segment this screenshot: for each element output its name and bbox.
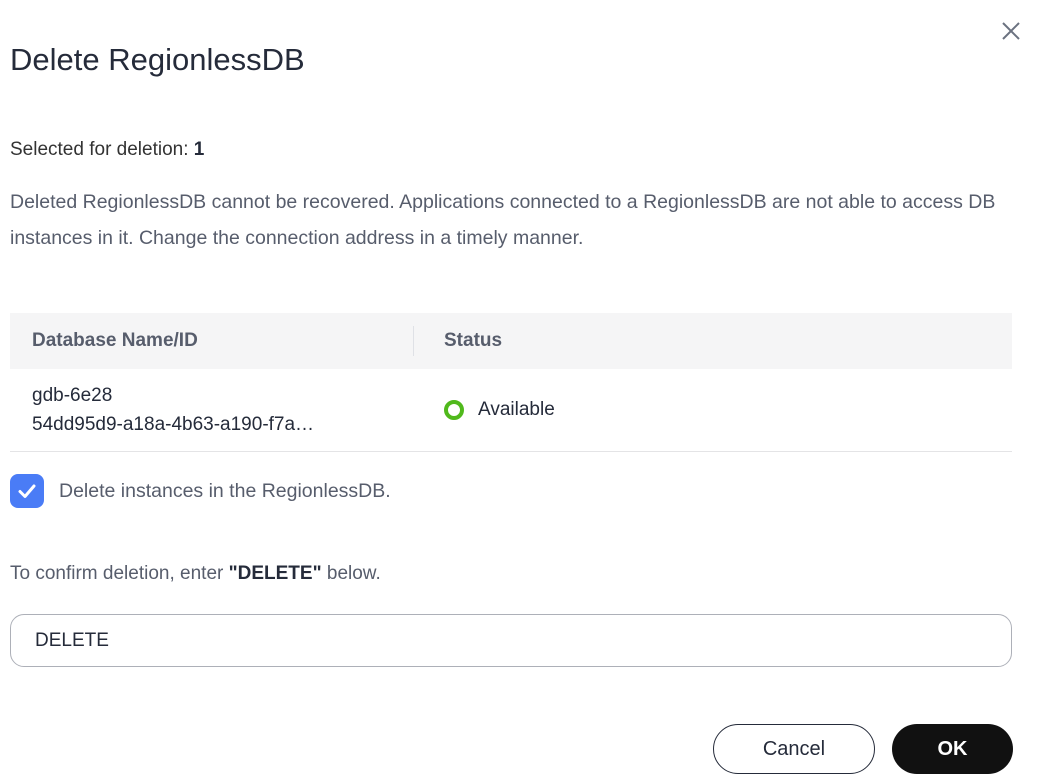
database-name: gdb-6e28	[32, 385, 113, 406]
selected-count: 1	[193, 139, 205, 160]
status-text: Available	[478, 399, 555, 420]
delete-instances-checkbox[interactable]	[10, 474, 44, 508]
database-id: 54dd95d9-a18a-4b63-a190-f7a…	[32, 414, 315, 435]
column-header-status: Status	[444, 330, 503, 351]
selected-label: Selected for deletion:	[10, 139, 189, 160]
column-header-name: Database Name/ID	[10, 326, 414, 356]
confirm-keyword: "DELETE"	[228, 563, 322, 584]
status-available-icon	[444, 400, 464, 420]
dialog-title: Delete RegionlessDB	[10, 42, 305, 77]
table-row: gdb-6e28 54dd95d9-a18a-4b63-a190-f7a… Av…	[10, 369, 1012, 452]
ok-button[interactable]: OK	[892, 724, 1013, 774]
confirm-suffix: below.	[321, 563, 381, 584]
check-icon	[18, 484, 36, 498]
delete-instances-checkbox-row[interactable]: Delete instances in the RegionlessDB.	[10, 474, 391, 508]
selected-count-text: Selected for deletion: 1	[10, 139, 204, 161]
confirm-prefix: To confirm deletion, enter	[10, 563, 229, 584]
database-name-cell: gdb-6e28 54dd95d9-a18a-4b63-a190-f7a…	[10, 381, 414, 439]
table-header: Database Name/ID Status	[10, 313, 1012, 369]
confirm-input[interactable]	[10, 614, 1012, 667]
cancel-button[interactable]: Cancel	[713, 724, 875, 774]
confirm-instruction: To confirm deletion, enter "DELETE" belo…	[10, 563, 381, 585]
database-table: Database Name/ID Status gdb-6e28 54dd95d…	[10, 313, 1012, 452]
delete-instances-label[interactable]: Delete instances in the RegionlessDB.	[59, 480, 391, 503]
delete-regionlessdb-dialog: Delete RegionlessDB Selected for deletio…	[0, 0, 1040, 774]
deletion-warning: Deleted RegionlessDB cannot be recovered…	[10, 191, 996, 249]
close-icon[interactable]	[998, 18, 1024, 44]
status-cell: Available	[414, 399, 555, 421]
